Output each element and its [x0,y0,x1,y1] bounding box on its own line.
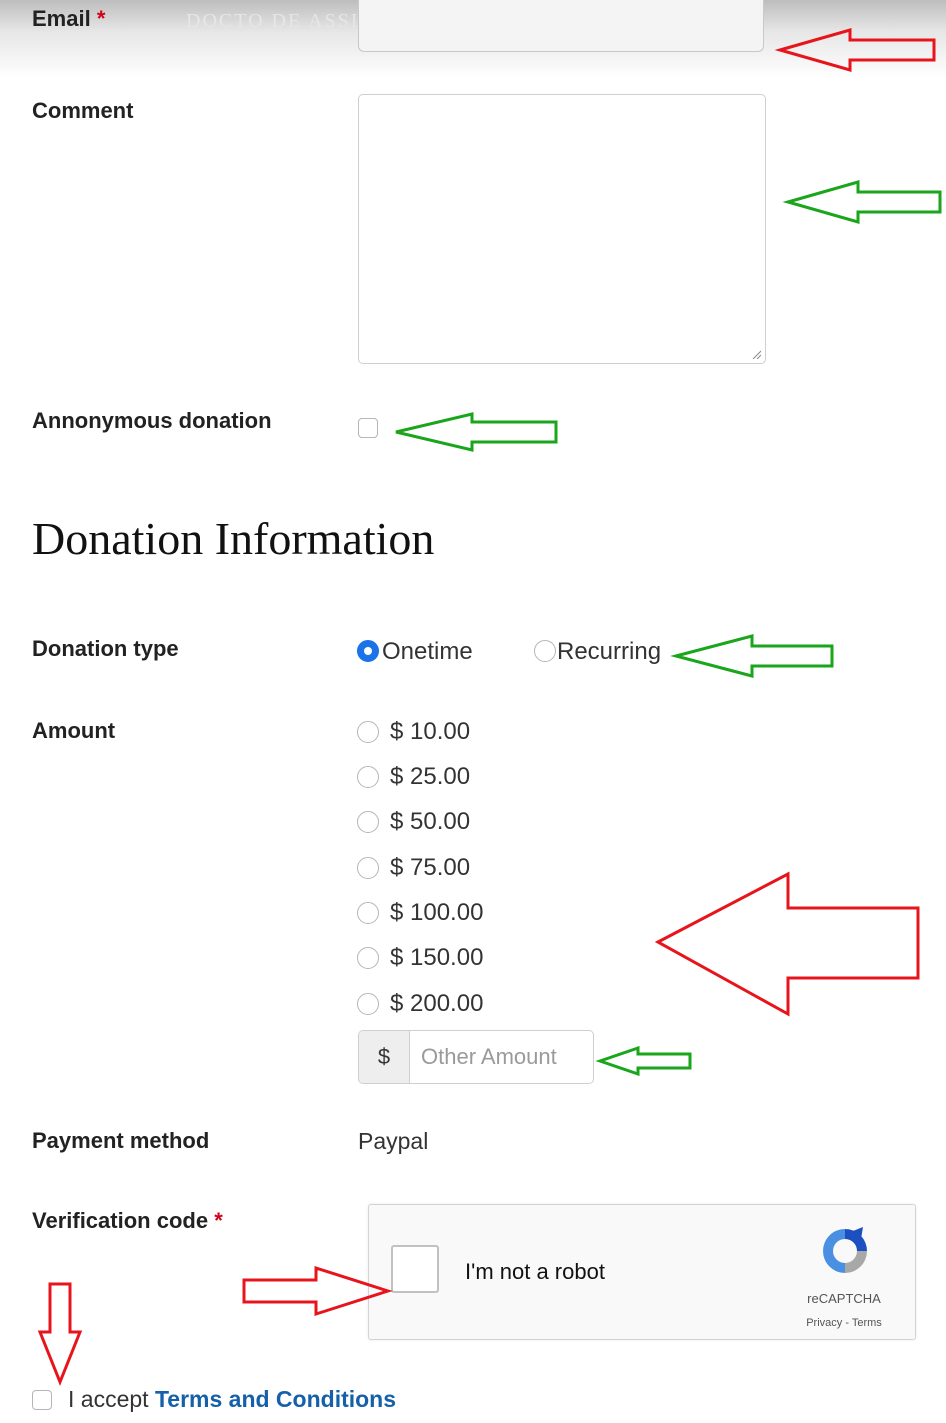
email-label: Email * [32,6,105,32]
amount-radio[interactable] [357,857,379,879]
amount-option-label[interactable]: $ 50.00 [390,808,470,836]
amount-radio[interactable] [357,766,379,788]
annotation-arrow-left-icon [670,634,834,678]
other-amount-field[interactable]: $ Other Amount [358,1030,594,1084]
recaptcha-checkbox[interactable] [391,1245,439,1293]
donation-type-recurring-radio[interactable] [534,640,556,662]
resize-handle-icon[interactable] [751,349,761,359]
annotation-arrow-left-icon [774,28,936,72]
amount-option-label[interactable]: $ 150.00 [390,944,483,972]
verification-required-mark: * [214,1208,223,1233]
terms-checkbox[interactable] [32,1390,52,1410]
terms-prefix: I accept [68,1386,149,1412]
annotation-arrow-right-icon [242,1265,393,1317]
verification-label-text: Verification code [32,1208,209,1233]
annotation-arrow-left-icon [395,412,558,452]
section-title: Donation Information [32,513,435,564]
amount-radio[interactable] [357,993,379,1015]
donation-type-label: Donation type [32,636,179,661]
amount-option-label[interactable]: $ 10.00 [390,718,470,746]
donation-type-onetime-label[interactable]: Onetime [382,638,473,666]
annotation-arrow-down-icon [37,1282,83,1387]
donation-type-recurring-label[interactable]: Recurring [557,638,661,666]
recaptcha-text: I'm not a robot [465,1259,605,1284]
recaptcha-links[interactable]: Privacy - Terms [789,1317,899,1329]
currency-addon: $ [359,1031,410,1083]
recaptcha-logo-icon [823,1227,867,1273]
amount-label: Amount [32,718,116,743]
comment-label: Comment [32,98,134,123]
amount-radio[interactable] [357,947,379,969]
annotation-arrow-left-icon [654,871,920,1017]
recaptcha-brand: reCAPTCHA [807,1291,881,1306]
amount-option-label[interactable]: $ 75.00 [390,854,470,882]
donation-type-onetime-radio[interactable] [357,640,379,662]
email-label-text: Email [32,6,91,31]
recaptcha-widget: I'm not a robot reCAPTCHA Privacy - Term… [368,1204,916,1340]
other-amount-placeholder[interactable]: Other Amount [421,1031,557,1083]
verification-label: Verification code * [32,1208,223,1234]
email-required-mark: * [96,6,106,31]
amount-radio[interactable] [357,902,379,924]
amount-option-label[interactable]: $ 100.00 [390,899,483,927]
anonymous-checkbox[interactable] [358,418,378,438]
comment-textarea[interactable] [358,94,766,364]
amount-radio[interactable] [357,721,379,743]
terms-row: I accept Terms and Conditions [68,1386,396,1413]
amount-option-label[interactable]: $ 200.00 [390,990,483,1018]
annotation-arrow-left-icon [595,1045,692,1077]
anonymous-label: Annonymous donation [32,408,272,433]
email-input[interactable] [358,0,764,52]
annotation-arrow-left-icon [782,180,942,224]
terms-link[interactable]: Terms and Conditions [155,1386,396,1412]
amount-radio[interactable] [357,811,379,833]
payment-method-label: Payment method [32,1128,210,1153]
amount-option-label[interactable]: $ 25.00 [390,763,470,791]
payment-method-value: Paypal [358,1128,429,1154]
